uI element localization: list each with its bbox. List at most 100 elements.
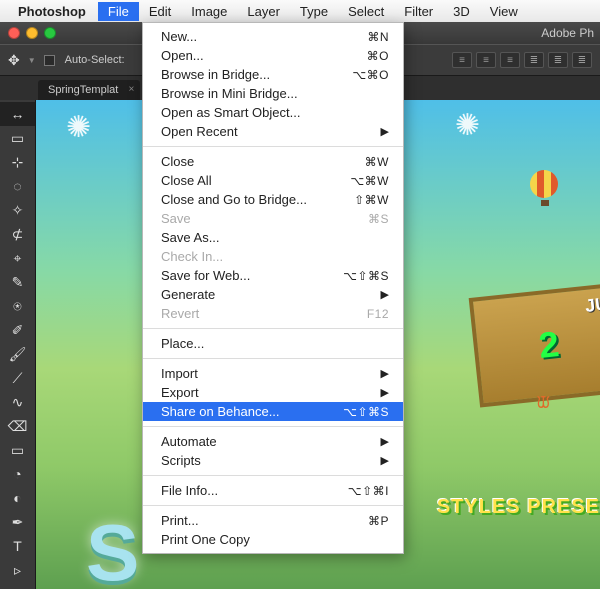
tool-button[interactable]: ⍟ [0, 294, 35, 318]
align-icon[interactable]: ≣ [572, 52, 592, 68]
menu-shortcut: ⌘N [367, 30, 389, 44]
wooden-sign-graphic: JU 2 [469, 282, 600, 407]
tool-button[interactable]: ✒ [0, 510, 35, 534]
app-name[interactable]: Photoshop [18, 4, 86, 19]
move-tool-icon[interactable]: ✥ [8, 52, 20, 69]
menu-item[interactable]: Open Recent▶ [143, 122, 403, 141]
menu-item[interactable]: Print One Copy [143, 530, 403, 549]
menu-item[interactable]: Print...⌘P [143, 511, 403, 530]
menu-item[interactable]: Save As... [143, 228, 403, 247]
menu-item-label: Save [161, 211, 368, 226]
submenu-arrow-icon: ▶ [381, 454, 389, 467]
tool-button[interactable]: ⌖ [0, 246, 35, 270]
menubar-item-select[interactable]: Select [338, 2, 394, 21]
submenu-arrow-icon: ▶ [381, 386, 389, 399]
align-icon[interactable]: ≣ [524, 52, 544, 68]
menu-item-label: Print... [161, 513, 368, 528]
butterfly-graphic: ᙡ [537, 395, 550, 413]
tool-button[interactable]: ⊄ [0, 222, 35, 246]
menu-shortcut: F12 [367, 307, 389, 321]
menu-item[interactable]: Close All⌥⌘W [143, 171, 403, 190]
menu-shortcut: ⌘O [367, 49, 389, 63]
zoom-window-button[interactable] [44, 27, 56, 39]
menubar-item-file[interactable]: File [98, 2, 139, 21]
promo-text: STYLES PRESE [437, 496, 600, 519]
menubar-item-type[interactable]: Type [290, 2, 338, 21]
align-icon[interactable]: ≡ [452, 52, 472, 68]
align-icon[interactable]: ≡ [500, 52, 520, 68]
align-icon[interactable]: ≡ [476, 52, 496, 68]
menu-item[interactable]: Scripts▶ [143, 451, 403, 470]
close-window-button[interactable] [8, 27, 20, 39]
menu-item[interactable]: Export▶ [143, 383, 403, 402]
auto-select-checkbox[interactable] [44, 55, 55, 66]
dropdown-icon[interactable]: ▼ [28, 56, 36, 65]
tool-button[interactable]: ✐ [0, 318, 35, 342]
menu-item[interactable]: Save for Web...⌥⇧⌘S [143, 266, 403, 285]
align-icon[interactable]: ≣ [548, 52, 568, 68]
menu-item[interactable]: Generate▶ [143, 285, 403, 304]
close-tab-icon[interactable]: × [128, 84, 134, 95]
menu-separator [143, 426, 403, 427]
menu-item[interactable]: New...⌘N [143, 27, 403, 46]
menubar-item-edit[interactable]: Edit [139, 2, 181, 21]
menubar-item-view[interactable]: View [480, 2, 528, 21]
tool-button[interactable]: ▭ [0, 438, 35, 462]
tool-button[interactable]: ▭ [0, 126, 35, 150]
menu-item[interactable]: Import▶ [143, 364, 403, 383]
menu-shortcut: ⌥⌘O [352, 68, 389, 82]
menu-separator [143, 358, 403, 359]
menu-item-label: Browse in Bridge... [161, 67, 352, 82]
tool-button[interactable]: ⌫ [0, 414, 35, 438]
menubar-item-image[interactable]: Image [181, 2, 237, 21]
menu-item[interactable]: Browse in Mini Bridge... [143, 84, 403, 103]
submenu-arrow-icon: ▶ [381, 125, 389, 138]
tool-button[interactable]: ⟋ [0, 366, 35, 390]
menu-item[interactable]: Open as Smart Object... [143, 103, 403, 122]
tool-button[interactable]: ⊹ [0, 150, 35, 174]
tool-button[interactable]: ✎ [0, 270, 35, 294]
menu-shortcut: ⌘P [368, 514, 389, 528]
submenu-arrow-icon: ▶ [381, 367, 389, 380]
menu-item[interactable]: Close⌘W [143, 152, 403, 171]
tool-button[interactable]: 🖌 [0, 342, 35, 366]
menubar-item-layer[interactable]: Layer [237, 2, 290, 21]
menu-shortcut: ⌥⇧⌘I [348, 484, 389, 498]
menu-item[interactable]: Share on Behance...⌥⇧⌘S [143, 402, 403, 421]
minimize-window-button[interactable] [26, 27, 38, 39]
tool-button[interactable]: ∿ [0, 390, 35, 414]
menu-separator [143, 505, 403, 506]
document-tab-label: SpringTemplat [48, 84, 118, 96]
menu-item-label: File Info... [161, 483, 348, 498]
tool-button[interactable]: ◔ [0, 462, 35, 486]
menu-item-label: Close [161, 154, 365, 169]
menu-shortcut: ⌥⌘W [350, 174, 389, 188]
menu-item-label: Scripts [161, 453, 381, 468]
menu-item[interactable]: Automate▶ [143, 432, 403, 451]
document-tab[interactable]: SpringTemplat × [38, 80, 140, 100]
firework-graphic: ✺ [66, 110, 91, 145]
menu-item[interactable]: File Info...⌥⇧⌘I [143, 481, 403, 500]
menu-item[interactable]: Open...⌘O [143, 46, 403, 65]
tool-button[interactable]: ↔ [0, 102, 35, 126]
menu-item[interactable]: Place... [143, 334, 403, 353]
menubar-item-filter[interactable]: Filter [394, 2, 443, 21]
tool-button[interactable]: ▹ [0, 558, 35, 582]
submenu-arrow-icon: ▶ [381, 288, 389, 301]
toolbox: ↔▭⊹◌✧⊄⌖✎⍟✐🖌⟋∿⌫▭◔◐✒T▹ [0, 100, 36, 589]
tool-button[interactable]: T [0, 534, 35, 558]
menu-item-label: Revert [161, 306, 367, 321]
menu-item[interactable]: Browse in Bridge...⌥⌘O [143, 65, 403, 84]
menu-item[interactable]: Close and Go to Bridge...⇧⌘W [143, 190, 403, 209]
menu-item-label: Open... [161, 48, 367, 63]
tool-button[interactable]: ◐ [0, 486, 35, 510]
menu-item-label: Print One Copy [161, 532, 389, 547]
menu-item-label: Open as Smart Object... [161, 105, 389, 120]
menu-separator [143, 475, 403, 476]
menu-item-label: Export [161, 385, 381, 400]
tool-button[interactable]: ✧ [0, 198, 35, 222]
menu-shortcut: ⌥⇧⌘S [343, 405, 389, 419]
tool-button[interactable]: ◌ [0, 174, 35, 198]
menubar-item-3d[interactable]: 3D [443, 2, 480, 21]
menu-item-label: Open Recent [161, 124, 381, 139]
